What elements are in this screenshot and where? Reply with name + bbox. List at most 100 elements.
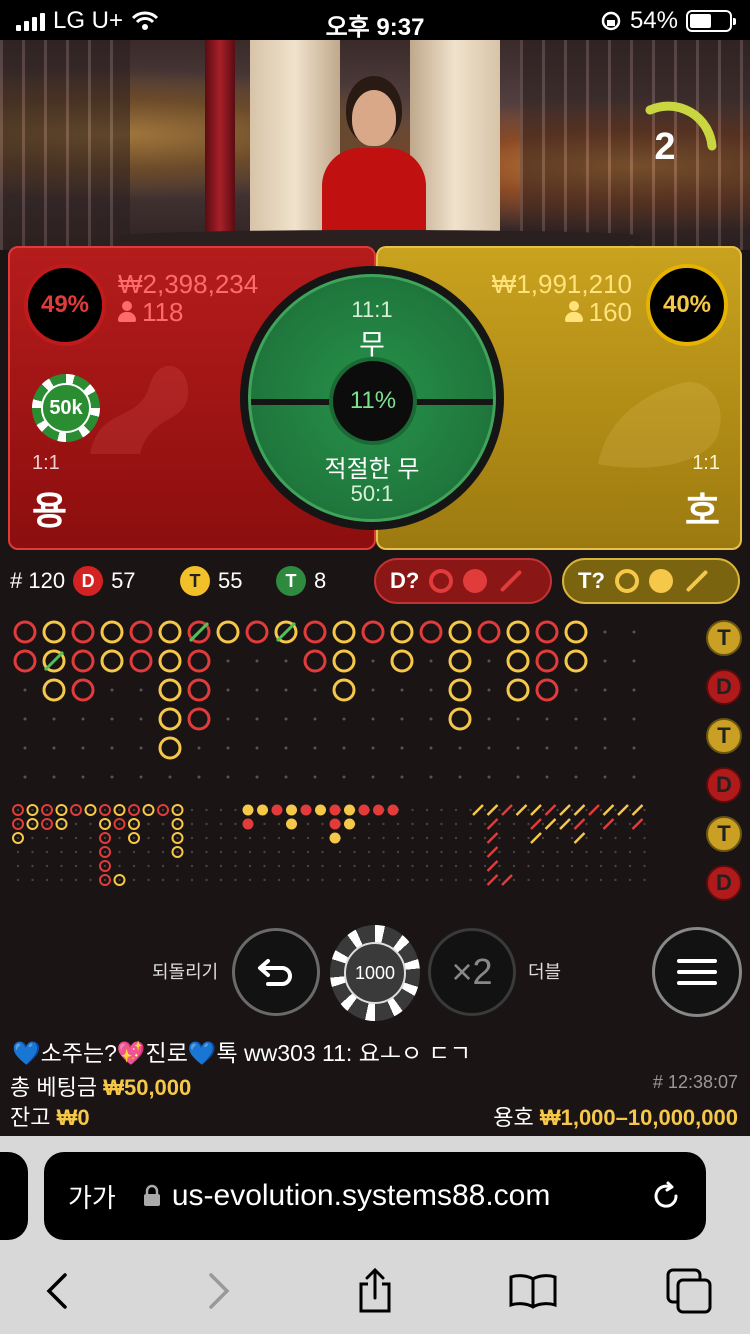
grid-dot bbox=[45, 864, 49, 868]
grid-dot bbox=[103, 808, 107, 812]
grid-dot bbox=[603, 717, 607, 721]
grid-dot bbox=[277, 850, 281, 854]
big-road-ring bbox=[158, 736, 182, 760]
grid-dot bbox=[176, 878, 179, 882]
grid-dot bbox=[628, 878, 632, 882]
grid-dot bbox=[367, 836, 371, 840]
selected-chip-50k[interactable]: 50k bbox=[32, 374, 100, 442]
grid-dot bbox=[487, 775, 491, 779]
grid-dot bbox=[371, 688, 375, 692]
big-road-ring bbox=[390, 649, 414, 673]
grid-dot bbox=[512, 878, 516, 882]
grid-dot bbox=[643, 822, 646, 826]
previous-tab[interactable] bbox=[0, 1152, 28, 1240]
grid-dot bbox=[255, 688, 259, 692]
back-button[interactable] bbox=[32, 1266, 82, 1316]
grid-dot bbox=[628, 836, 632, 840]
double-symbol: ×2 bbox=[451, 951, 493, 992]
address-bar[interactable]: 가가 us-evolution.systems88.com bbox=[44, 1152, 706, 1240]
bookmarks-button[interactable] bbox=[508, 1266, 558, 1316]
dragon-stats: ₩2,398,234 118 bbox=[118, 270, 258, 326]
predict-dragon-button[interactable]: D? bbox=[374, 558, 552, 604]
grid-dot bbox=[132, 822, 136, 826]
big-road-ring bbox=[13, 620, 37, 644]
small-road-dot bbox=[329, 818, 341, 830]
grid-dot bbox=[483, 878, 487, 882]
grid-dot bbox=[255, 775, 259, 779]
grid-dot bbox=[545, 775, 549, 779]
suited-tie-label[interactable]: 적절한 무 bbox=[251, 449, 493, 484]
grid-dot bbox=[60, 864, 63, 868]
menu-button[interactable] bbox=[652, 927, 742, 1017]
grid-dot bbox=[118, 878, 121, 882]
grid-dot bbox=[429, 717, 433, 721]
big-road-ring bbox=[158, 649, 182, 673]
dragon-odds: 1:1 bbox=[32, 452, 60, 474]
grid-dot bbox=[487, 717, 491, 721]
grid-dot bbox=[483, 836, 487, 840]
grid-dot bbox=[219, 864, 223, 868]
grid-dot bbox=[599, 822, 603, 826]
grid-dot bbox=[527, 822, 530, 826]
grid-dot bbox=[614, 836, 617, 840]
grid-dot bbox=[454, 836, 458, 840]
chevron-right-icon bbox=[209, 1273, 230, 1309]
grid-dot bbox=[556, 878, 559, 882]
grid-dot bbox=[226, 746, 230, 750]
rotation-lock-icon bbox=[601, 11, 621, 31]
grid-dot bbox=[570, 878, 574, 882]
balance-label: 잔고 bbox=[10, 1105, 51, 1130]
grid-dot bbox=[31, 822, 34, 826]
grid-dot bbox=[226, 717, 230, 721]
grid-dot bbox=[512, 864, 516, 868]
grid-dot bbox=[23, 688, 27, 692]
big-road-ring bbox=[332, 620, 356, 644]
grid-dot bbox=[31, 808, 34, 812]
grid-dot bbox=[603, 746, 607, 750]
grid-dot bbox=[643, 850, 646, 854]
grid-dot bbox=[454, 864, 458, 868]
tiger-stats: ₩1,991,210 160 bbox=[492, 270, 632, 326]
double-button[interactable]: ×2 bbox=[428, 928, 516, 1016]
grid-dot bbox=[176, 808, 179, 812]
cockroach-slash bbox=[530, 832, 542, 844]
undo-button[interactable] bbox=[232, 928, 320, 1016]
forward-button[interactable] bbox=[194, 1266, 244, 1316]
grid-dot bbox=[190, 850, 194, 854]
predict-tiger-button[interactable]: T? bbox=[562, 558, 740, 604]
grid-dot bbox=[425, 878, 429, 882]
small-road-dot bbox=[387, 804, 399, 816]
grid-dot bbox=[81, 775, 85, 779]
grid-dot bbox=[74, 850, 78, 854]
tabs-button[interactable] bbox=[664, 1266, 714, 1316]
small-road-dot bbox=[344, 804, 355, 816]
grid-dot bbox=[74, 878, 78, 882]
grid-dot bbox=[574, 688, 578, 692]
grid-dot bbox=[219, 878, 223, 882]
total-bet-label: 총 베팅금 bbox=[10, 1075, 98, 1100]
grid-dot bbox=[89, 878, 92, 882]
grid-dot bbox=[118, 822, 121, 826]
small-road-dot bbox=[257, 804, 268, 816]
grid-dot bbox=[284, 746, 288, 750]
cockroach-slash bbox=[486, 874, 499, 886]
countdown-value: 2 bbox=[654, 126, 676, 168]
chip-selector[interactable]: 1000 bbox=[330, 925, 420, 1021]
cockroach-slash bbox=[573, 818, 586, 830]
tie-odds: 11:1 bbox=[351, 297, 393, 322]
grid-dot bbox=[147, 836, 150, 840]
battery-icon bbox=[686, 10, 736, 32]
tiger-badge: T bbox=[180, 566, 210, 596]
grid-dot bbox=[52, 717, 56, 721]
small-road-dot-icon bbox=[463, 569, 488, 593]
share-button[interactable] bbox=[350, 1266, 400, 1316]
grid-dot bbox=[458, 775, 462, 779]
grid-dot bbox=[321, 864, 324, 868]
grid-dot bbox=[161, 864, 165, 868]
text-size-button[interactable]: 가가 bbox=[68, 1178, 116, 1215]
grid-dot bbox=[16, 822, 20, 826]
grid-dot bbox=[545, 717, 549, 721]
reload-icon[interactable] bbox=[650, 1180, 682, 1212]
cockroach-slash bbox=[631, 818, 644, 830]
grid-dot bbox=[367, 822, 371, 826]
